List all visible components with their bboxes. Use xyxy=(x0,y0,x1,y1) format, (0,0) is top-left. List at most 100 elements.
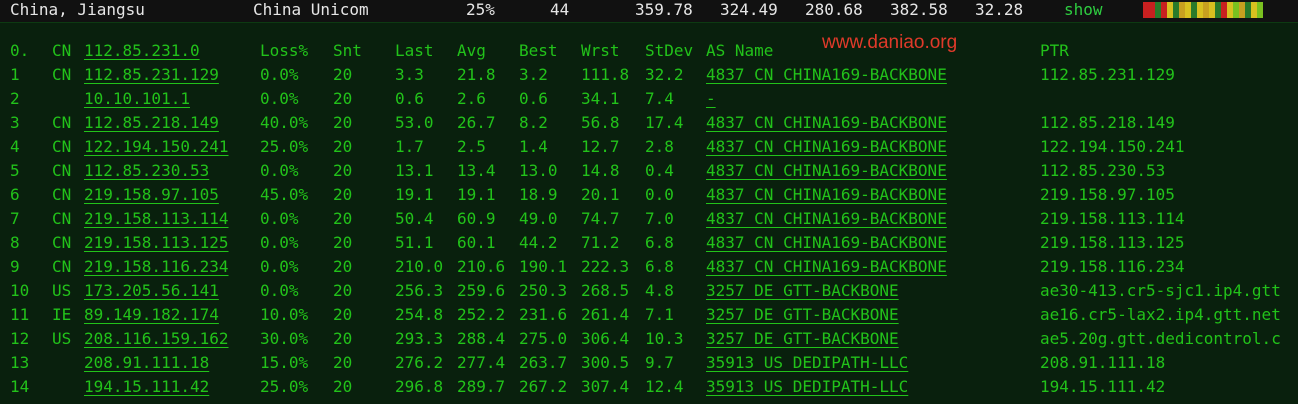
cell-as[interactable]: 4837 CN CHINA169-BACKBONE xyxy=(706,256,947,278)
cell-host[interactable]: 89.149.182.174 xyxy=(84,304,219,326)
cell-ptr: 112.85.230.53 xyxy=(1040,161,1166,180)
cell-stdev: 2.8 xyxy=(645,137,674,156)
cell-snt: 20 xyxy=(333,305,353,324)
cell-as[interactable]: 35913 US DEDIPATH-LLC xyxy=(706,352,908,374)
cell-snt: 20 xyxy=(333,377,353,396)
cell-stdev: 6.8 xyxy=(645,233,674,252)
cell-snt: 20 xyxy=(333,185,353,204)
cell-host[interactable]: 208.91.111.18 xyxy=(84,352,209,374)
table-row: 6 CN 219.158.97.105 45.0% 20 19.1 19.1 18.9 20.1… xyxy=(0,184,1298,208)
cell-avg: 2.5 xyxy=(457,137,486,156)
cell-host[interactable]: 112.85.230.53 xyxy=(84,160,209,182)
cell-snt: 20 xyxy=(333,353,353,372)
cell-as[interactable]: 4837 CN CHINA169-BACKBONE xyxy=(706,208,947,230)
cell-best: 8.2 xyxy=(519,113,548,132)
cell-stdev: 7.0 xyxy=(645,209,674,228)
header-host[interactable]: 112.85.231.0 xyxy=(84,40,200,62)
last-value: 359.78 xyxy=(635,0,693,19)
isp-text: China Unicom xyxy=(253,0,369,19)
cell-avg: 26.7 xyxy=(457,113,496,132)
show-link[interactable]: show xyxy=(1064,0,1103,20)
cell-stdev: 0.4 xyxy=(645,161,674,180)
cell-last: 3.3 xyxy=(395,65,424,84)
cell-cc: CN xyxy=(52,233,72,252)
table-row: 7 CN 219.158.113.114 0.0% 20 50.4 60.9 49.0 74.7… xyxy=(0,208,1298,232)
cell-stdev: 7.4 xyxy=(645,89,674,108)
cell-wrst: 34.1 xyxy=(581,89,620,108)
cell-last: 19.1 xyxy=(395,185,434,204)
cell-host[interactable]: 219.158.116.234 xyxy=(84,256,229,278)
cell-cc: CN xyxy=(52,161,72,180)
cell-as[interactable]: 3257 DE GTT-BACKBONE xyxy=(706,328,899,350)
cell-wrst: 74.7 xyxy=(581,209,620,228)
cell-host[interactable]: 10.10.101.1 xyxy=(84,88,190,110)
cell-as[interactable]: 4837 CN CHINA169-BACKBONE xyxy=(706,232,947,254)
table-row: 1 CN 112.85.231.129 0.0% 20 3.3 21.8 3.2 111.8 32… xyxy=(0,64,1298,88)
cell-wrst: 56.8 xyxy=(581,113,620,132)
cell-host[interactable]: 112.85.218.149 xyxy=(84,112,219,134)
cell-snt: 20 xyxy=(333,257,353,276)
cell-as[interactable]: 4837 CN CHINA169-BACKBONE xyxy=(706,64,947,86)
table-row: 10 US 173.205.56.141 0.0% 20 256.3 259.6 250.3 2… xyxy=(0,280,1298,304)
location-text: China, Jiangsu xyxy=(10,0,145,19)
cell-ptr: ae5.20g.gtt.dedicontrol.c xyxy=(1040,329,1281,348)
cell-idx: 13 xyxy=(10,353,30,372)
cell-last: 254.8 xyxy=(395,305,444,324)
cell-avg: 210.6 xyxy=(457,257,506,276)
cell-avg: 2.6 xyxy=(457,89,486,108)
cell-best: 3.2 xyxy=(519,65,548,84)
cell-idx: 4 xyxy=(10,137,20,156)
table-row: 5 CN 112.85.230.53 0.0% 20 13.1 13.4 13.0 14.8 0.… xyxy=(0,160,1298,184)
cell-host[interactable]: 112.85.231.129 xyxy=(84,64,219,86)
cell-idx: 14 xyxy=(10,377,30,396)
cell-host[interactable]: 219.158.113.125 xyxy=(84,232,229,254)
cell-loss: 0.0% xyxy=(260,233,299,252)
cell-best: 250.3 xyxy=(519,281,568,300)
cell-loss: 15.0% xyxy=(260,353,309,372)
cell-host[interactable]: 122.194.150.241 xyxy=(84,136,229,158)
cell-avg: 21.8 xyxy=(457,65,496,84)
cell-host[interactable]: 194.15.111.42 xyxy=(84,376,209,398)
cell-stdev: 32.2 xyxy=(645,65,684,84)
cell-as[interactable]: - xyxy=(706,88,716,110)
cell-as[interactable]: 4837 CN CHINA169-BACKBONE xyxy=(706,136,947,158)
table-row: 3 CN 112.85.218.149 40.0% 20 53.0 26.7 8.2 56.8 1… xyxy=(0,112,1298,136)
cell-loss: 0.0% xyxy=(260,161,299,180)
cell-ptr: 112.85.218.149 xyxy=(1040,113,1175,132)
cell-last: 276.2 xyxy=(395,353,444,372)
cell-loss: 25.0% xyxy=(260,137,309,156)
loss-value: 25% xyxy=(466,0,495,19)
cell-snt: 20 xyxy=(333,137,353,156)
cell-as[interactable]: 4837 CN CHINA169-BACKBONE xyxy=(706,160,947,182)
cell-snt: 20 xyxy=(333,65,353,84)
cell-last: 210.0 xyxy=(395,257,444,276)
cell-last: 51.1 xyxy=(395,233,434,252)
cell-host[interactable]: 208.116.159.162 xyxy=(84,328,229,350)
stdev-value: 32.28 xyxy=(975,0,1024,19)
cell-loss: 0.0% xyxy=(260,257,299,276)
table-row: 13 208.91.111.18 15.0% 20 276.2 277.4 263.7 300… xyxy=(0,352,1298,376)
cell-as[interactable]: 3257 DE GTT-BACKBONE xyxy=(706,304,899,326)
cell-wrst: 307.4 xyxy=(581,377,630,396)
cell-as[interactable]: 3257 DE GTT-BACKBONE xyxy=(706,280,899,302)
cell-loss: 0.0% xyxy=(260,89,299,108)
cell-host[interactable]: 219.158.113.114 xyxy=(84,208,229,230)
cell-wrst: 261.4 xyxy=(581,305,630,324)
header-stdev: StDev xyxy=(645,41,694,60)
cell-as[interactable]: 4837 CN CHINA169-BACKBONE xyxy=(706,112,947,134)
cell-wrst: 111.8 xyxy=(581,65,630,84)
cell-ptr: ae16.cr5-lax2.ip4.gtt.net xyxy=(1040,305,1281,324)
cell-host[interactable]: 219.158.97.105 xyxy=(84,184,219,206)
cell-best: 267.2 xyxy=(519,377,568,396)
header-last: Last xyxy=(395,41,434,60)
cell-wrst: 268.5 xyxy=(581,281,630,300)
cell-stdev: 6.8 xyxy=(645,257,674,276)
cell-as[interactable]: 4837 CN CHINA169-BACKBONE xyxy=(706,184,947,206)
cell-best: 49.0 xyxy=(519,209,558,228)
cell-as[interactable]: 35913 US DEDIPATH-LLC xyxy=(706,376,908,398)
cell-host[interactable]: 173.205.56.141 xyxy=(84,280,219,302)
cell-best: 263.7 xyxy=(519,353,568,372)
cell-ptr: 219.158.97.105 xyxy=(1040,185,1175,204)
header-idx: 0. xyxy=(10,41,30,60)
best-value: 280.68 xyxy=(805,0,863,19)
